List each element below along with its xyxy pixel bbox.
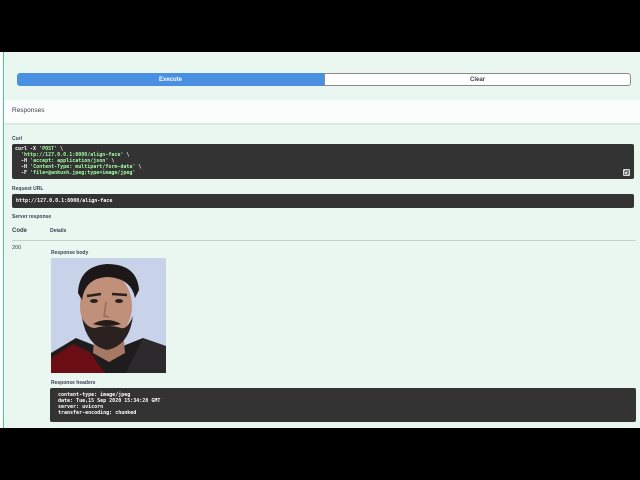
response-body-label: Response body bbox=[51, 250, 89, 256]
execute-button[interactable]: Execute bbox=[17, 73, 324, 86]
curl-label: Curl bbox=[12, 136, 22, 142]
operation-block: Execute Clear Responses Curl curl -X 'PO… bbox=[3, 52, 640, 428]
curl-code-block[interactable]: curl -X 'POST' \ 'http://127.0.0.1:8000/… bbox=[12, 144, 634, 179]
status-code: 200 bbox=[12, 245, 22, 251]
response-table-header: Code Details bbox=[12, 228, 636, 241]
responses-title: Responses bbox=[12, 107, 45, 114]
response-headers-label: Response headers bbox=[51, 380, 96, 386]
copy-icon[interactable] bbox=[623, 169, 630, 176]
response-headers-box[interactable]: content-type: image/jpeg date: Tue,15 Se… bbox=[50, 388, 636, 422]
request-url-label: Request URL bbox=[12, 186, 44, 192]
execute-wrapper: Execute Clear bbox=[17, 73, 631, 86]
clear-button[interactable]: Clear bbox=[324, 73, 631, 86]
column-details: Details bbox=[50, 228, 67, 234]
response-image bbox=[51, 258, 166, 373]
column-code: Code bbox=[12, 228, 27, 234]
server-response-label: Server response bbox=[12, 214, 52, 220]
request-url-box[interactable]: http://127.0.0.1:8000/align-face bbox=[12, 194, 634, 208]
swagger-viewport: Execute Clear Responses Curl curl -X 'PO… bbox=[0, 52, 640, 428]
request-url-value: http://127.0.0.1:8000/align-face bbox=[16, 198, 113, 204]
responses-header: Responses bbox=[4, 100, 640, 124]
header-line: transfer-encoding: chunked bbox=[58, 410, 137, 416]
curl-line: -F 'file=@ankush.jpeg;type=image/jpeg' bbox=[15, 170, 136, 176]
